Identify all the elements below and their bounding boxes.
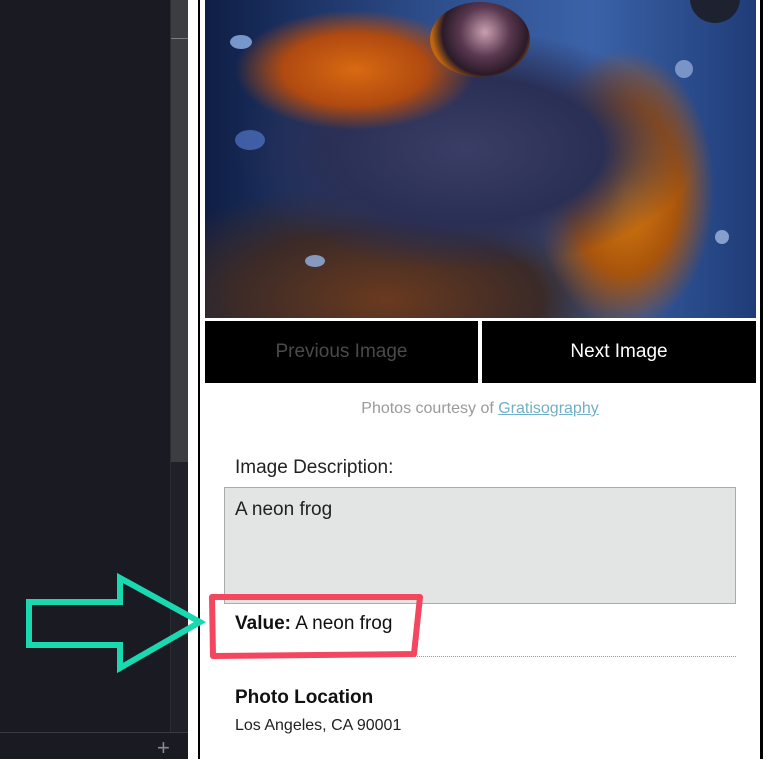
photo-location-heading: Photo Location — [235, 687, 374, 708]
frog-eye — [430, 2, 530, 77]
previous-image-button[interactable]: Previous Image — [205, 321, 478, 383]
value-label: Value: — [235, 613, 291, 634]
panel-divider — [0, 732, 188, 733]
photo-location-address: Los Angeles, CA 90001 — [235, 717, 402, 734]
water-drop — [305, 255, 325, 267]
next-image-button[interactable]: Next Image — [482, 321, 756, 383]
description-textarea[interactable]: A neon frog — [224, 487, 736, 604]
frog-photo — [205, 0, 756, 318]
value-text: A neon frog — [295, 613, 393, 634]
photo-overlay-button[interactable] — [690, 0, 740, 23]
water-drop — [235, 130, 265, 150]
photo-credit: Photos courtesy of Gratisography — [200, 400, 760, 418]
content-page: Previous Image Next Image Photos courtes… — [198, 0, 763, 759]
scrollbar-divider — [171, 38, 188, 39]
description-label: Image Description: — [235, 457, 394, 478]
water-drop — [715, 230, 729, 244]
gap — [188, 0, 198, 759]
scrollbar[interactable] — [170, 0, 188, 732]
credit-prefix: Photos courtesy of — [361, 400, 494, 417]
water-drop — [230, 35, 252, 49]
value-readout: Value: A neon frog — [235, 613, 392, 635]
water-drop — [675, 60, 693, 78]
gratisography-link[interactable]: Gratisography — [498, 400, 599, 417]
dark-side-panel: + — [0, 0, 188, 759]
scrollbar-thumb[interactable] — [171, 0, 188, 462]
plus-icon[interactable]: + — [157, 737, 170, 759]
dotted-divider — [390, 656, 736, 657]
